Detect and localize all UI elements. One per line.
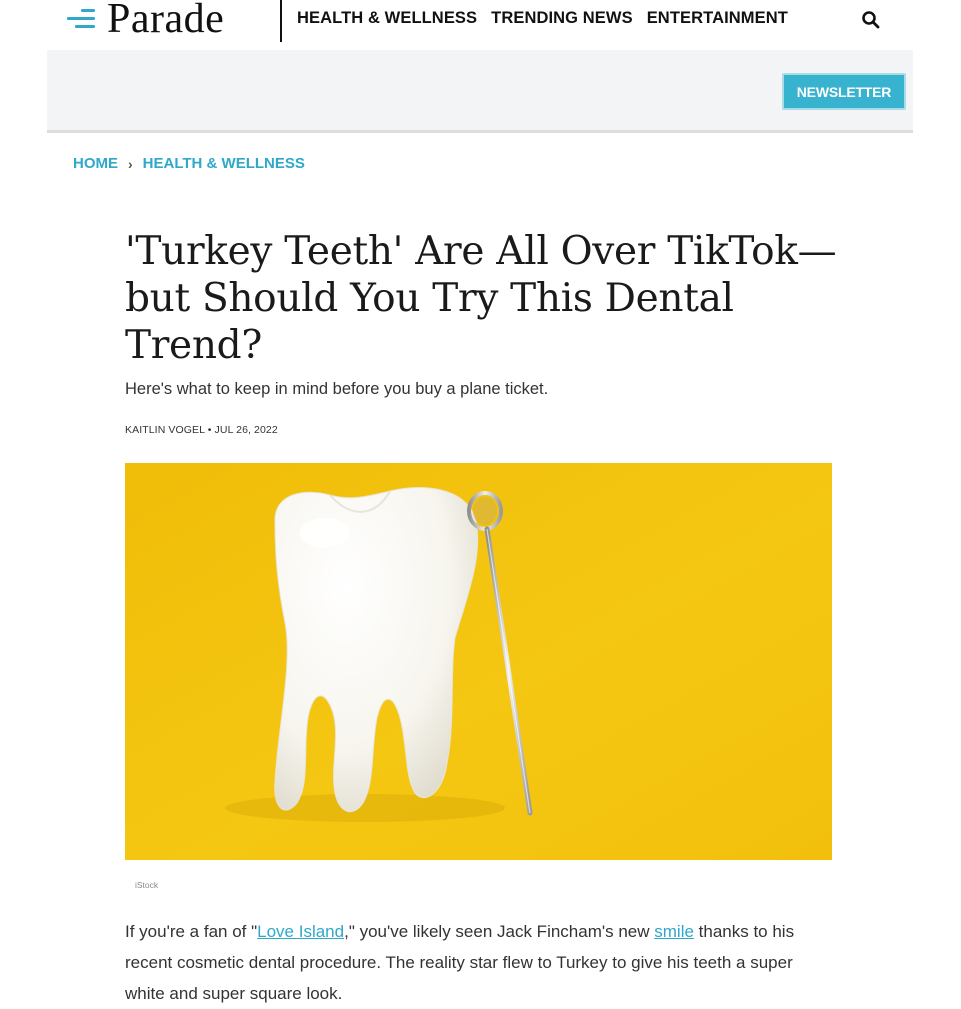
link-smile[interactable]: smile bbox=[654, 922, 694, 941]
link-love-island[interactable]: Love Island bbox=[257, 922, 344, 941]
subheader-bar: NEWSLETTER bbox=[47, 50, 913, 133]
article-body-paragraph: If you're a fan of "Love Island," you've… bbox=[125, 922, 795, 1003]
image-credit: iStock bbox=[135, 880, 159, 890]
tooth-illustration bbox=[125, 463, 832, 860]
breadcrumb-health-wellness[interactable]: HEALTH & WELLNESS bbox=[143, 155, 305, 172]
byline-separator: • bbox=[207, 424, 212, 436]
nav-link-entertainment[interactable]: ENTERTAINMENT bbox=[647, 9, 788, 28]
top-navigation: Parade HEALTH & WELLNESS TRENDING NEWS E… bbox=[47, 0, 913, 50]
page-frame: Parade HEALTH & WELLNESS TRENDING NEWS E… bbox=[47, 0, 913, 1003]
article-dek: Here's what to keep in mind before you b… bbox=[125, 380, 549, 398]
author-name[interactable]: KAITLIN VOGEL bbox=[125, 424, 205, 436]
search-icon[interactable] bbox=[861, 10, 881, 30]
breadcrumb-chevron-icon: › bbox=[128, 155, 133, 172]
breadcrumb-home[interactable]: HOME bbox=[73, 155, 118, 172]
nav-divider bbox=[280, 0, 282, 42]
primary-nav: HEALTH & WELLNESS TRENDING NEWS ENTERTAI… bbox=[297, 9, 788, 28]
article-headline: 'Turkey Teeth' Are All Over TikTok—but S… bbox=[125, 229, 837, 368]
breadcrumb: HOME › HEALTH & WELLNESS bbox=[73, 155, 305, 172]
nav-link-health-wellness[interactable]: HEALTH & WELLNESS bbox=[297, 9, 477, 28]
newsletter-button[interactable]: NEWSLETTER bbox=[782, 73, 906, 110]
hero-image bbox=[125, 463, 832, 860]
nav-link-trending-news[interactable]: TRENDING NEWS bbox=[491, 9, 633, 28]
site-logo[interactable]: Parade bbox=[107, 0, 224, 44]
publish-date: JUL 26, 2022 bbox=[214, 424, 278, 436]
article-byline: KAITLIN VOGEL • JUL 26, 2022 bbox=[125, 424, 278, 436]
hamburger-menu-icon[interactable] bbox=[67, 9, 95, 29]
